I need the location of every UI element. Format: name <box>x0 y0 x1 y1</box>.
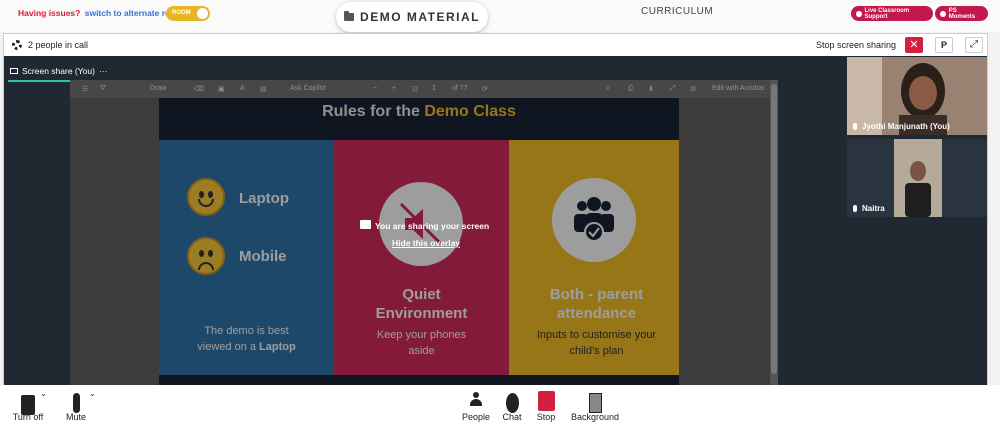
participant-name-text: Jyothi Manjunath (You) <box>862 122 950 131</box>
gear-icon[interactable] <box>12 40 22 50</box>
live-support-label: Live Classroom Support <box>864 7 910 20</box>
camera-icon <box>21 395 35 415</box>
stop-sharing-button[interactable]: ✕ <box>905 37 923 53</box>
live-support-button[interactable]: Live Classroom Support <box>851 6 933 21</box>
participant-name-jyothi: Jyothi Manjunath (You) <box>853 122 950 131</box>
people-label: People <box>461 412 491 422</box>
chat-icon <box>505 393 519 413</box>
demo-material-button[interactable]: DEMO MATERIAL <box>336 2 488 32</box>
expand-icon[interactable]: ⤢ <box>965 37 983 53</box>
people-button[interactable]: People <box>460 389 492 422</box>
ps-moments-label: PS Moments <box>948 7 976 20</box>
participant-tile-jyothi[interactable]: Jyothi Manjunath (You) <box>847 57 987 135</box>
demo-material-label: DEMO MATERIAL <box>360 10 480 24</box>
stop-share-icon <box>537 391 555 411</box>
chat-button[interactable]: Chat <box>500 389 524 422</box>
call-stage: Screen share (You) ··· ☰ ⛛ Draw ⌫ ▣ A ▤ … <box>3 56 988 385</box>
sharing-message: You are sharing your screen <box>375 221 490 231</box>
camera-options-chevron-icon[interactable]: ⌄ <box>40 389 47 398</box>
tab-label: Screen share (You) <box>22 66 95 76</box>
issues-question: Having issues? <box>18 8 81 18</box>
stop-sharing-label: Stop screen sharing <box>816 40 897 50</box>
top-bar: Having issues? switch to alternate room … <box>0 0 1000 32</box>
tab-screen-share[interactable]: Screen share (You) ··· <box>8 62 109 80</box>
hide-overlay-link[interactable]: Hide this overlay <box>392 238 460 248</box>
toggle-knob <box>197 8 208 19</box>
scrollbar-thumb[interactable] <box>771 84 777 374</box>
sharing-overlay <box>70 80 773 385</box>
room-toggle[interactable]: ROOM <box>166 6 210 21</box>
call-controls: Turn off ⌄ Mute ⌄ People Chat Stop Backg… <box>0 385 1000 433</box>
people-count: 2 people in call <box>28 40 89 50</box>
stop-share-button[interactable]: Stop <box>534 389 558 422</box>
monitor-icon <box>10 68 18 74</box>
folder-icon <box>344 11 355 21</box>
moments-icon <box>940 10 946 17</box>
mute-label: Mute <box>65 412 86 422</box>
people-icon <box>470 392 482 412</box>
background-label: Background <box>570 412 620 422</box>
mute-button[interactable]: Mute <box>63 389 89 422</box>
curriculum-link[interactable]: CURRICULUM <box>641 6 713 17</box>
document-scrollbar[interactable] <box>770 80 778 385</box>
room-toggle-label: ROOM <box>172 10 191 16</box>
issues-notice: Having issues? switch to alternate room <box>18 8 183 18</box>
p-button[interactable]: P <box>935 37 953 53</box>
screen-share-icon <box>360 220 371 229</box>
participant-name-naitra: Naitra <box>853 204 885 213</box>
participant-name-text: Naitra <box>862 204 885 213</box>
microphone-icon <box>72 393 80 413</box>
mic-options-chevron-icon[interactable]: ⌄ <box>89 389 96 398</box>
participant-tile-naitra[interactable]: Naitra <box>847 139 987 217</box>
mic-icon <box>853 205 857 212</box>
ps-moments-button[interactable]: PS Moments <box>935 6 988 21</box>
background-icon <box>588 393 602 413</box>
call-header: 2 people in call Stop screen sharing ✕ P… <box>3 33 988 56</box>
more-options-icon[interactable]: ··· <box>99 66 108 76</box>
background-button[interactable]: Background <box>569 389 621 422</box>
chat-label: Chat <box>502 412 522 422</box>
stop-label: Stop <box>536 412 556 422</box>
mic-icon <box>853 123 857 130</box>
support-icon <box>856 10 862 17</box>
